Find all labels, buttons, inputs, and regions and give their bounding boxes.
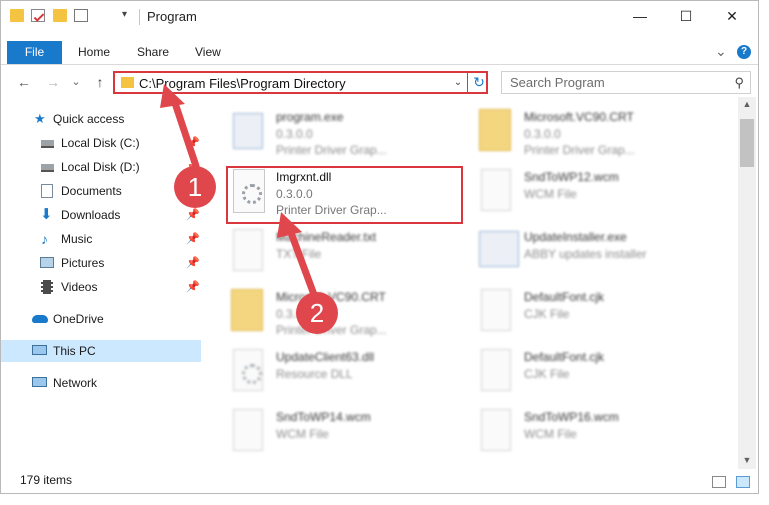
- annotation-arrows: [160, 84, 320, 304]
- arrow-2-shaft: [286, 226, 320, 304]
- arrow-1-head: [160, 84, 185, 108]
- step-badge-2: 2: [296, 292, 338, 334]
- step-badge-1: 1: [174, 166, 216, 208]
- arrow-1-shaft: [170, 96, 200, 170]
- arrow-2-head: [277, 212, 302, 238]
